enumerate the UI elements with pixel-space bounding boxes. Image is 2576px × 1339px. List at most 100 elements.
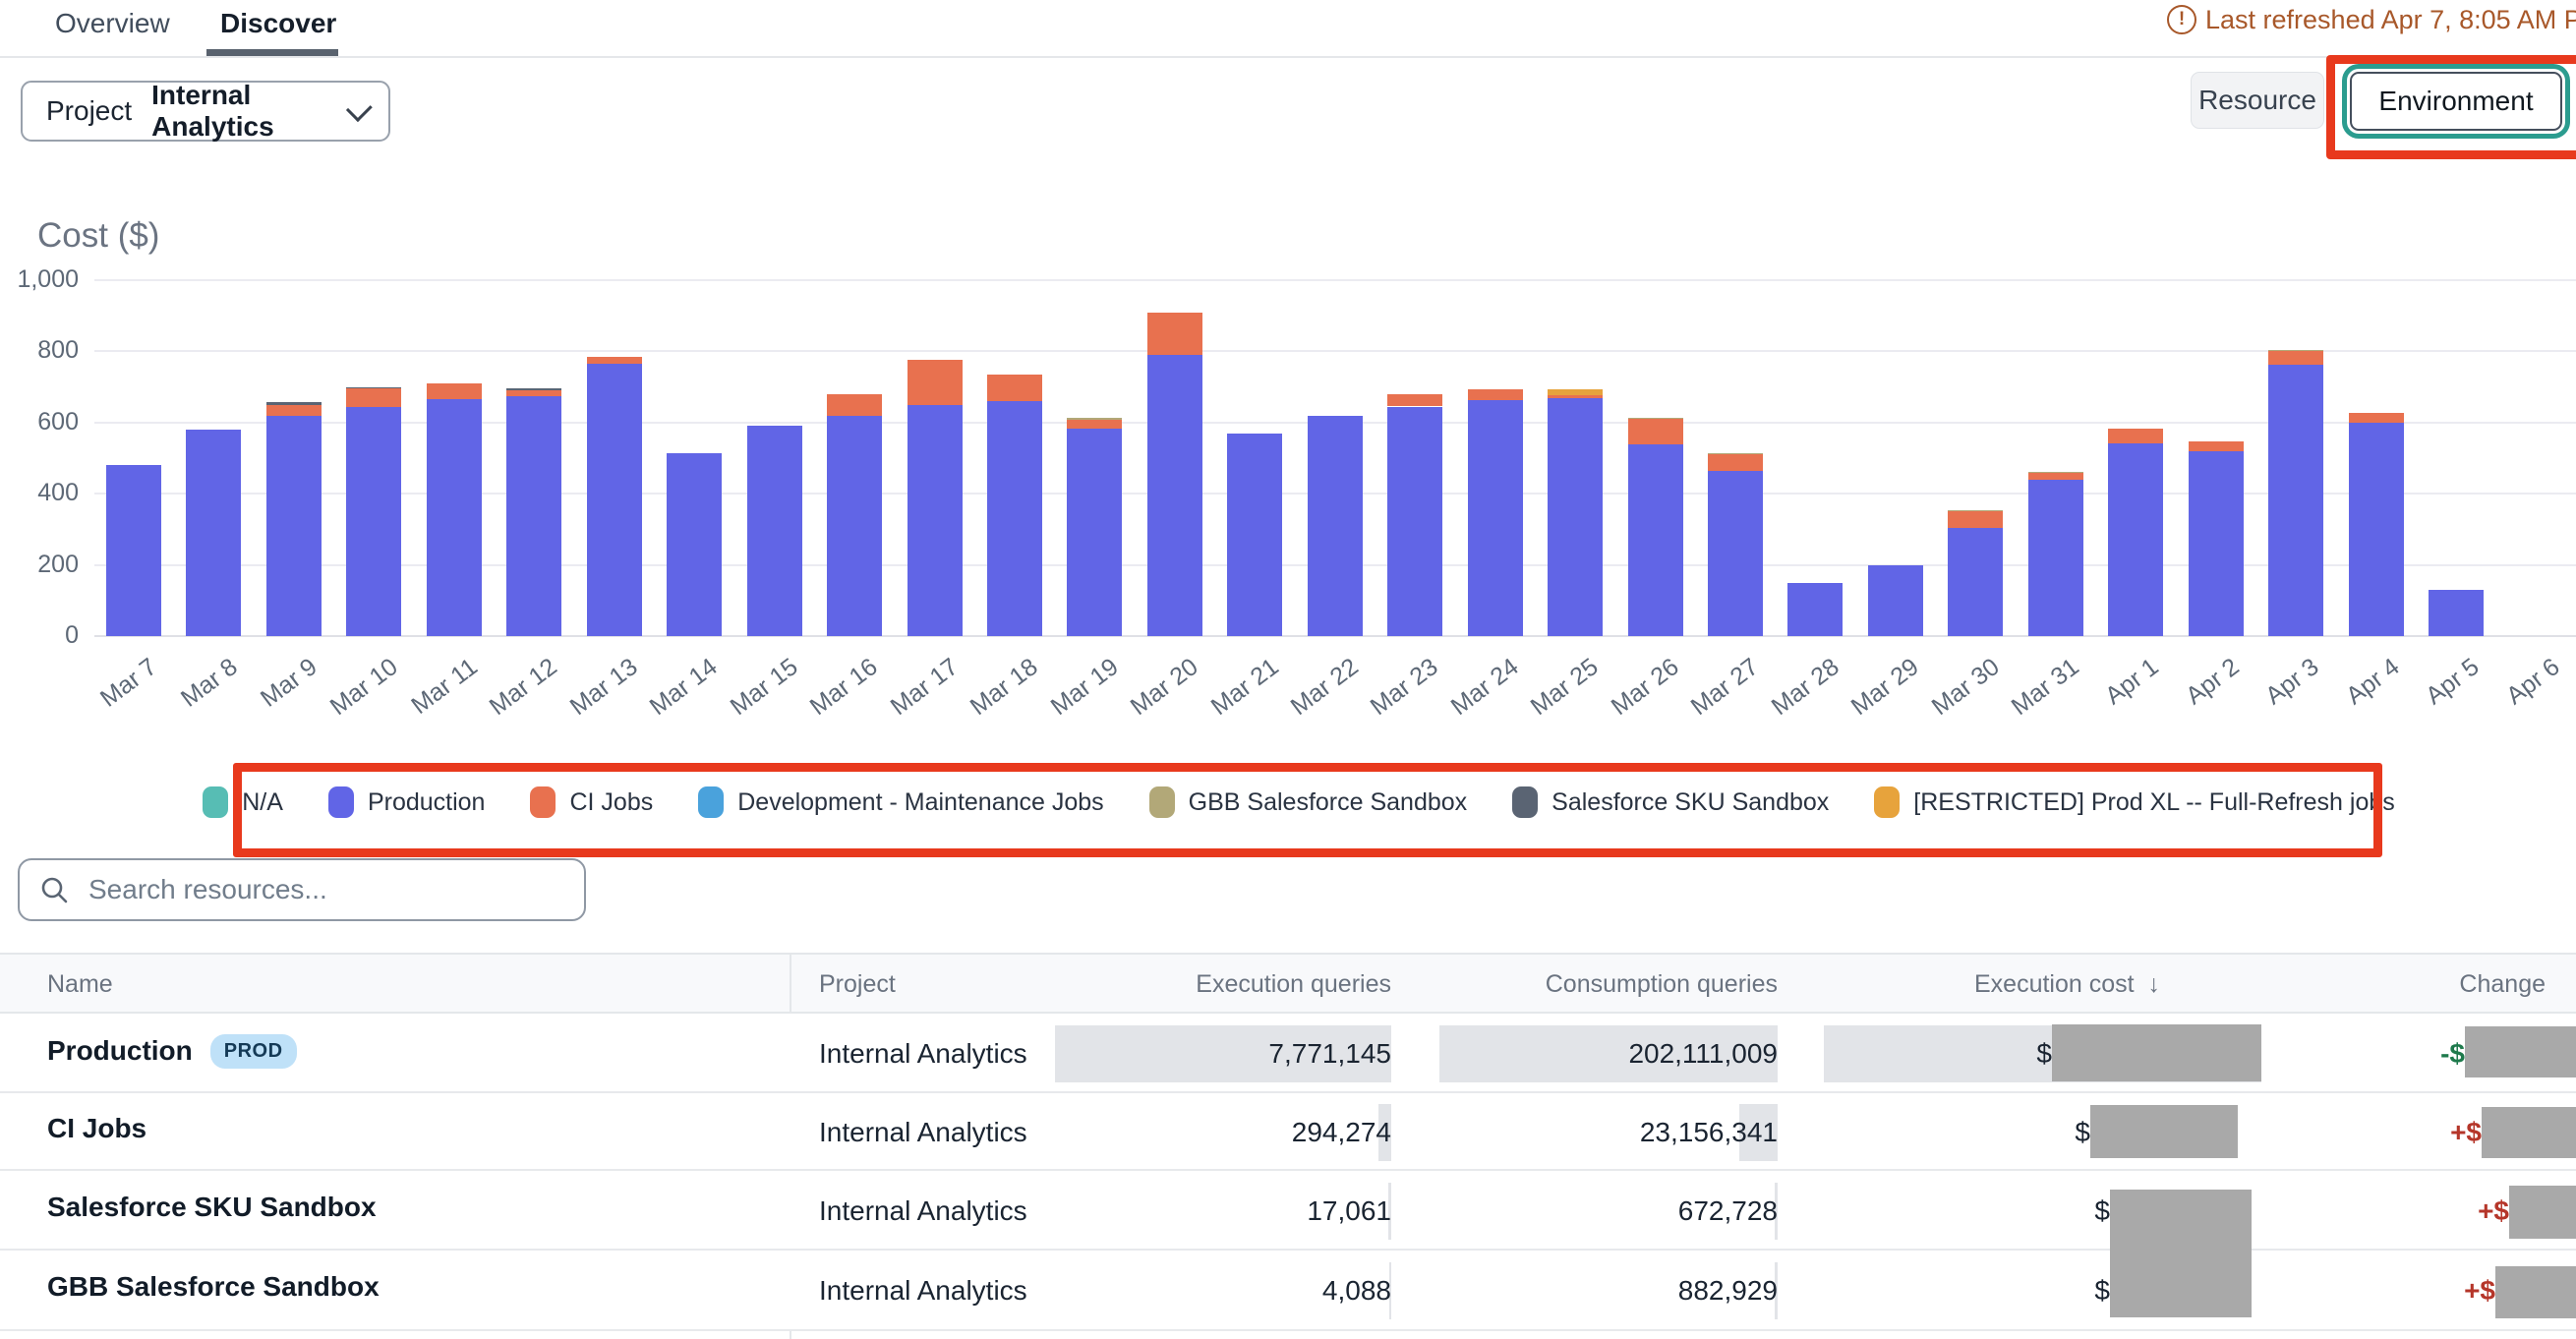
x-axis-label: Mar 7 [95, 653, 162, 714]
x-axis-label: Mar 21 [1205, 653, 1284, 722]
redaction-overlay-change [2495, 1266, 2576, 1318]
bar-segment [2268, 351, 2323, 365]
legend-label: N/A [242, 788, 283, 817]
resource-name[interactable]: Production [47, 1035, 193, 1067]
cell-name: Salesforce SKU Sandbox [47, 1192, 377, 1223]
group-by-environment-button[interactable]: Environment [2350, 72, 2562, 131]
cell-consumption-queries: 672,728 [1678, 1195, 1778, 1227]
bar-segment [1948, 510, 2003, 511]
search-input[interactable] [87, 873, 564, 906]
bar-segment [266, 405, 322, 416]
cell-project: Internal Analytics [819, 1275, 1027, 1307]
legend-item[interactable]: Development - Maintenance Jobs [698, 786, 1103, 818]
x-axis-label: Apr 1 [2101, 653, 2165, 711]
bar-segment [106, 465, 161, 636]
y-axis-label: 1,000 [0, 265, 79, 294]
bar-segment [587, 364, 642, 636]
cell-execution-queries: 17,061 [1307, 1195, 1391, 1227]
x-axis-label: Apr 3 [2260, 653, 2324, 711]
bar-segment [1948, 528, 2003, 636]
project-filter-dropdown[interactable]: Project Internal Analytics [21, 81, 390, 142]
bar-segment [1708, 454, 1763, 470]
bar-segment [1548, 389, 1603, 395]
legend-swatch [530, 786, 556, 818]
legend-label: Salesforce SKU Sandbox [1551, 788, 1829, 817]
sort-desc-icon: ↓ [2148, 970, 2161, 998]
legend-label: CI Jobs [569, 788, 653, 817]
bar-segment [1067, 429, 1122, 636]
col-header-execution-cost[interactable]: Execution cost ↓ [1974, 970, 2160, 999]
warning-icon [2167, 5, 2196, 34]
y-axis-label: 800 [0, 336, 79, 365]
bar-segment [1227, 434, 1282, 636]
x-axis-label: Mar 27 [1686, 653, 1765, 722]
legend-label: Production [368, 788, 486, 817]
cell-execution-cost: $ [2094, 1275, 2110, 1307]
resource-name[interactable]: CI Jobs [47, 1113, 146, 1144]
x-axis-label: Mar 22 [1286, 653, 1365, 722]
redaction-overlay-change [2465, 1026, 2576, 1077]
legend-item[interactable]: [RESTRICTED] Prod XL -- Full-Refresh job… [1874, 786, 2394, 818]
bar-segment [2189, 441, 2244, 451]
legend-item[interactable]: Salesforce SKU Sandbox [1512, 786, 1829, 818]
bar-segment [1628, 444, 1683, 636]
x-axis-label: Mar 26 [1606, 653, 1684, 722]
col-header-change[interactable]: Change [2459, 970, 2546, 999]
x-axis-label: Apr 6 [2501, 653, 2565, 711]
bar-segment [346, 407, 401, 636]
bar-segment [346, 387, 401, 389]
bar-segment [1948, 511, 2003, 527]
chart-legend: N/AProductionCI JobsDevelopment - Mainte… [246, 777, 2352, 828]
bar-segment [427, 383, 482, 399]
bar-segment [2268, 365, 2323, 636]
x-axis-label: Mar 16 [805, 653, 884, 722]
last-refreshed-status: Last refreshed Apr 7, 8:05 AM PDT [2167, 2, 2576, 37]
bar-segment [1468, 389, 1523, 400]
x-axis-label: Mar 31 [2007, 653, 2085, 722]
bar-segment [506, 390, 561, 395]
bar-segment [2028, 473, 2083, 480]
cell-execution-cost: $ [2094, 1195, 2110, 1227]
bar-segment [1387, 394, 1442, 407]
cell-project: Internal Analytics [819, 1038, 1027, 1070]
legend-swatch [1512, 786, 1538, 818]
group-by-resource-button[interactable]: Resource [2191, 72, 2324, 129]
y-axis-label: 600 [0, 408, 79, 437]
bar-segment [2028, 472, 2083, 473]
bar-segment [1708, 471, 1763, 636]
col-header-name[interactable]: Name [47, 970, 113, 999]
cell-name: ProductionPROD [47, 1034, 297, 1069]
bar-segment [1708, 453, 1763, 454]
legend-item[interactable]: GBB Salesforce Sandbox [1149, 786, 1468, 818]
legend-item[interactable]: CI Jobs [530, 786, 653, 818]
redaction-overlay-cost [2090, 1105, 2238, 1158]
redaction-overlay-cost [2052, 1024, 2261, 1081]
tab-overview[interactable]: Overview [55, 8, 170, 39]
cell-project: Internal Analytics [819, 1117, 1027, 1148]
col-header-execution-queries[interactable]: Execution queries [1196, 970, 1391, 999]
tab-discover[interactable]: Discover [220, 8, 336, 39]
x-axis-label: Mar 30 [1926, 653, 2005, 722]
bar-segment [506, 388, 561, 390]
resource-name[interactable]: GBB Salesforce Sandbox [47, 1271, 380, 1303]
legend-swatch [328, 786, 354, 818]
legend-item[interactable]: N/A [203, 786, 283, 818]
bar-segment [1387, 407, 1442, 636]
header-divider [0, 56, 2576, 58]
gridline [94, 279, 2576, 281]
legend-label: [RESTRICTED] Prod XL -- Full-Refresh job… [1913, 788, 2394, 817]
x-axis-label: Mar 17 [885, 653, 964, 722]
legend-swatch [1874, 786, 1900, 818]
search-box[interactable] [18, 858, 586, 921]
resource-name[interactable]: Salesforce SKU Sandbox [47, 1192, 377, 1223]
x-axis-label: Mar 8 [175, 653, 242, 714]
legend-label: GBB Salesforce Sandbox [1189, 788, 1468, 817]
legend-item[interactable]: Production [328, 786, 486, 818]
bar-segment [1628, 418, 1683, 419]
cell-name: CI Jobs [47, 1113, 146, 1144]
col-header-project[interactable]: Project [819, 970, 896, 999]
x-axis-label: Mar 18 [966, 653, 1044, 722]
bar-segment [747, 426, 802, 636]
table-header: Name Project Execution queries Consumpti… [0, 953, 2576, 1014]
col-header-consumption-queries[interactable]: Consumption queries [1546, 970, 1778, 999]
